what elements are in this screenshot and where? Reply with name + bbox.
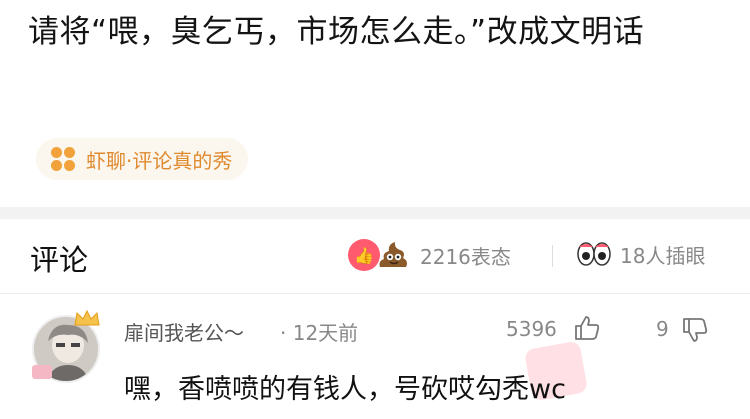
section-divider bbox=[0, 207, 750, 219]
topic-chip[interactable]: 虾聊·评论真的秀 bbox=[36, 138, 249, 180]
header-divider bbox=[552, 245, 553, 267]
comments-header: 评论 👍 2216表态 18人插眼 bbox=[0, 219, 750, 294]
comments-label: 评论 bbox=[30, 243, 89, 277]
crown-icon bbox=[74, 309, 100, 326]
comment-username[interactable]: 扉间我老公～ bbox=[124, 317, 244, 346]
reaction-count: 2216表态 bbox=[420, 244, 511, 269]
comment-item: 扉间我老公～ · 12天前 5396 9 嘿，香喷喷的有钱人，号砍哎勾秃wc bbox=[0, 295, 750, 419]
thumbs-up-icon[interactable] bbox=[572, 313, 602, 343]
comment-time: · 12天前 bbox=[280, 321, 359, 345]
user-badge bbox=[32, 365, 52, 379]
eyes-icon bbox=[577, 242, 611, 266]
post-title: 请将“喂，臭乞丐，市场怎么走。”改成文明话 bbox=[28, 14, 645, 50]
avatar-container[interactable] bbox=[26, 305, 106, 385]
like-count: 5396 bbox=[506, 317, 557, 341]
thumbs-down-icon[interactable] bbox=[680, 315, 710, 345]
watch-count: 18人插眼 bbox=[620, 243, 706, 268]
like-reaction-icon: 👍 bbox=[348, 239, 380, 271]
comment-text: 嘿，香喷喷的有钱人，号砍哎勾秃wc bbox=[124, 374, 566, 405]
reactions-summary[interactable]: 👍 2216表态 bbox=[348, 239, 511, 271]
topic-chip-label: 虾聊·评论真的秀 bbox=[86, 148, 233, 173]
watch-summary[interactable]: 18人插眼 bbox=[576, 239, 705, 269]
poop-reaction-icon bbox=[379, 242, 407, 267]
flower-icon bbox=[50, 146, 76, 172]
post-section: 请将“喂，臭乞丐，市场怎么走。”改成文明话 虾聊·评论真的秀 bbox=[0, 0, 750, 207]
dislike-count: 9 bbox=[656, 317, 669, 341]
